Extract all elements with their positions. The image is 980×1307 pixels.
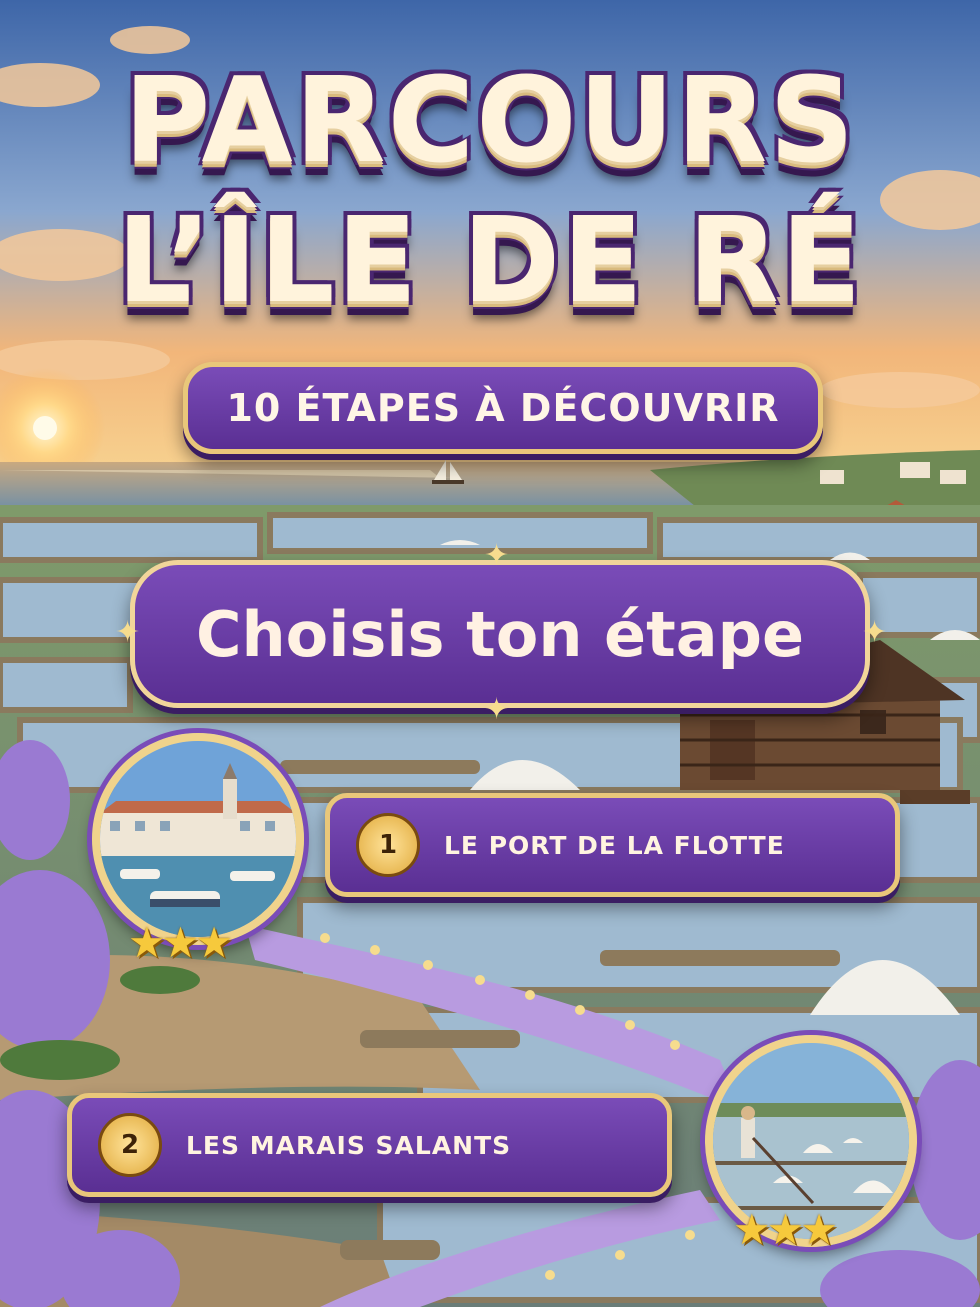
stage-2-number-badge: 2 [98, 1113, 162, 1177]
sparkle-icon: ✦ [484, 692, 510, 727]
stage-1-stars: ★★★ [128, 918, 233, 967]
stage-2-label: LES MARAIS SALANTS [186, 1130, 512, 1160]
stage-1-label: LE PORT DE LA FLOTTE [444, 830, 785, 860]
choose-stage-banner: Choisis ton étape [130, 560, 870, 708]
stage-2-button[interactable]: 2 LES MARAIS SALANTS [67, 1093, 672, 1197]
sparkle-icon: ✦ [862, 615, 888, 650]
stage-1-number-badge: 1 [356, 813, 420, 877]
game-title-line2: L’ÎLE DE RÉ [116, 191, 864, 329]
stage-1-button[interactable]: 1 LE PORT DE LA FLOTTE [325, 793, 900, 897]
choose-stage-text: Choisis ton étape [195, 597, 805, 671]
sparkle-icon: ✦ [484, 538, 510, 573]
sparkle-icon: ✦ [115, 615, 141, 650]
stage-2-stars: ★★★ [733, 1205, 838, 1254]
game-title-line1: PARCOURS [123, 51, 857, 189]
subtitle-banner: 10 ÉTAPES À DÉCOUVRIR [183, 362, 823, 454]
subtitle-text: 10 ÉTAPES À DÉCOUVRIR [226, 386, 780, 430]
port-image [100, 741, 296, 937]
stage-1-thumbnail[interactable] [92, 733, 304, 945]
